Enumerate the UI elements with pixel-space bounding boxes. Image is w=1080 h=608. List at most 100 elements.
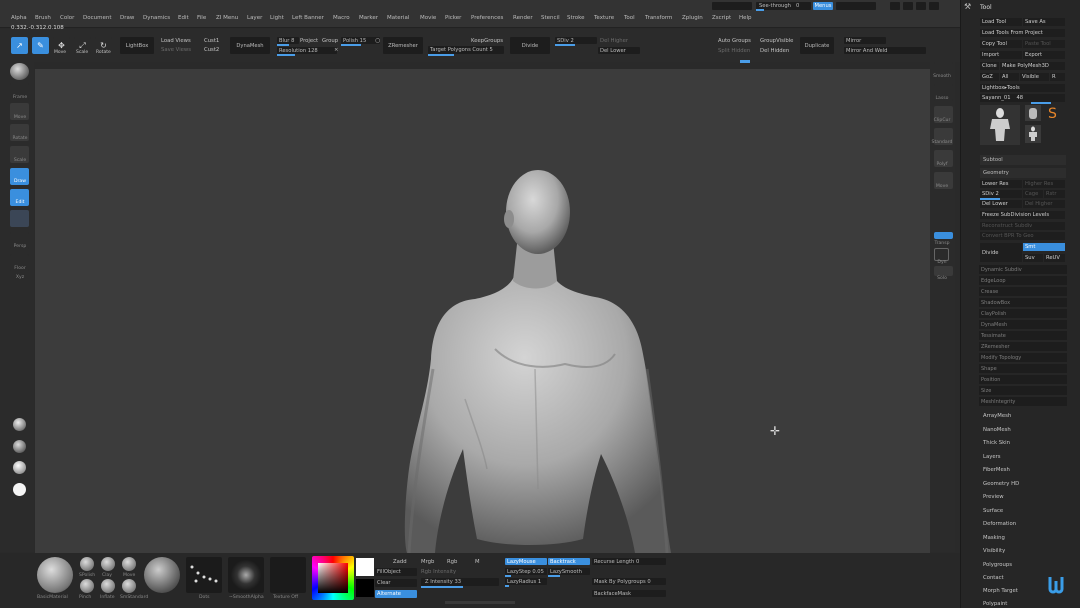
brush-inflate-thumb[interactable]: [101, 579, 115, 593]
brush-move-thumb[interactable]: [122, 557, 136, 571]
sub-shape[interactable]: Shape: [979, 364, 1067, 373]
solo-icon[interactable]: [934, 266, 953, 276]
sub-meshintegrity[interactable]: MeshIntegrity: [979, 397, 1067, 406]
save-as-button[interactable]: Save As: [1023, 18, 1065, 26]
sub-claypolish[interactable]: ClayPolish: [979, 309, 1067, 318]
current-brush-thumb[interactable]: [144, 557, 180, 593]
z-intensity-slider[interactable]: Z Intensity 33: [421, 578, 499, 586]
lightbox-button[interactable]: LightBox: [120, 37, 154, 54]
sub-crease[interactable]: Crease: [979, 287, 1067, 296]
reconstruct-subdiv-button[interactable]: Reconstruct Subdiv: [980, 222, 1065, 230]
material-dot-2[interactable]: [13, 440, 26, 453]
brush-clay-thumb[interactable]: [101, 557, 115, 571]
lazyradius-slider[interactable]: LazyRadius 1: [505, 578, 547, 585]
lazystep-slider[interactable]: LazyStep 0.05: [505, 568, 547, 575]
layout-button[interactable]: [929, 2, 939, 10]
material-dot-4[interactable]: [13, 483, 26, 496]
save-views-button[interactable]: Save Views: [161, 47, 191, 53]
import-button[interactable]: Import: [980, 51, 1022, 59]
subtool-section-header[interactable]: Subtool: [980, 155, 1066, 165]
backface-mask-button[interactable]: BackfaceMask: [592, 590, 666, 597]
export-button[interactable]: Export: [1023, 51, 1065, 59]
texture-thumb[interactable]: [270, 557, 306, 593]
menu-brush[interactable]: Brush: [35, 15, 51, 21]
bottom-scrollbar[interactable]: [445, 601, 515, 604]
menu-zi-menu[interactable]: ZI Menu: [216, 15, 238, 21]
viewport-canvas[interactable]: ✛: [35, 69, 930, 553]
sub-shadowbox[interactable]: ShadowBox: [979, 298, 1067, 307]
menu-alpha[interactable]: Alpha: [11, 15, 27, 21]
mrgb-toggle[interactable]: Mrgb: [421, 559, 434, 565]
copy-tool-button[interactable]: Copy Tool: [980, 40, 1022, 48]
menu-stroke[interactable]: Stroke: [567, 15, 585, 21]
transp-toggle[interactable]: [934, 232, 953, 239]
menu-morph-target[interactable]: Morph Target: [983, 588, 1018, 594]
brush-smstandard-thumb[interactable]: [122, 579, 136, 593]
default-zscript-button[interactable]: [836, 2, 876, 10]
close-button[interactable]: [916, 2, 926, 10]
maximize-button[interactable]: [903, 2, 913, 10]
menu-masking[interactable]: Masking: [983, 535, 1005, 541]
load-views-button[interactable]: Load Views: [161, 38, 191, 44]
geom-divide-button[interactable]: Divide: [980, 243, 1022, 262]
lower-res-button[interactable]: Lower Res: [980, 180, 1022, 188]
menu-picker[interactable]: Picker: [445, 15, 461, 21]
menu-zscript[interactable]: Zscript: [712, 15, 731, 21]
target-polygons-slider[interactable]: Target Polygons Count 5: [428, 46, 504, 54]
menu-document[interactable]: Document: [83, 15, 112, 21]
menu-material[interactable]: Material: [387, 15, 409, 21]
sub-edgeloop[interactable]: EdgeLoop: [979, 276, 1067, 285]
material-thumb[interactable]: [37, 557, 73, 593]
zremesher-button[interactable]: ZRemesher: [383, 37, 423, 54]
menu-thick-skin[interactable]: Thick Skin: [983, 440, 1010, 446]
sub-size[interactable]: Size: [979, 386, 1067, 395]
menu-visibility[interactable]: Visibility: [983, 548, 1005, 554]
menu-preferences[interactable]: Preferences: [471, 15, 503, 21]
alternate-button[interactable]: Alternate: [375, 590, 417, 598]
edit-button[interactable]: ↗: [11, 37, 28, 54]
m-toggle[interactable]: M: [475, 559, 480, 565]
stroke-thumb[interactable]: [186, 557, 222, 593]
polyf-icon[interactable]: [10, 210, 29, 227]
cust2-button[interactable]: Cust2: [204, 47, 219, 53]
lazysmooth-slider[interactable]: LazySmooth: [548, 568, 590, 575]
menu-marker[interactable]: Marker: [359, 15, 378, 21]
sub-modify-topology[interactable]: Modify Topology: [979, 353, 1067, 362]
menu-color[interactable]: Color: [60, 15, 74, 21]
split-hidden-button[interactable]: Split Hidden: [718, 48, 750, 54]
del-hidden-button[interactable]: Del Hidden: [760, 48, 789, 54]
menu-texture[interactable]: Texture: [594, 15, 614, 21]
menus-button[interactable]: Menus: [813, 2, 833, 10]
brush-pinch-thumb[interactable]: [80, 579, 94, 593]
menu-tool[interactable]: Tool: [624, 15, 635, 21]
duplicate-button[interactable]: Duplicate: [800, 37, 834, 54]
alpha-thumb[interactable]: [228, 557, 264, 593]
fill-object-button[interactable]: FillObject: [375, 568, 417, 576]
tool-palette-title[interactable]: Tool: [980, 4, 992, 11]
auto-groups-button[interactable]: Auto Groups: [718, 38, 751, 44]
tool-thumb-simplebrush[interactable]: S: [1045, 104, 1061, 122]
menu-fibermesh[interactable]: FiberMesh: [983, 467, 1010, 473]
dynamesh-button[interactable]: DynaMesh: [230, 37, 270, 54]
menu-arraymesh[interactable]: ArrayMesh: [983, 413, 1011, 419]
sub-position[interactable]: Position: [979, 375, 1067, 384]
zadd-toggle[interactable]: Zadd: [393, 559, 407, 565]
sub-tessimate[interactable]: Tessimate: [979, 331, 1067, 340]
tool-thumb-human[interactable]: [980, 105, 1020, 145]
menu-render[interactable]: Render: [513, 15, 533, 21]
menu-transform[interactable]: Transform: [645, 15, 672, 21]
reuv-button[interactable]: ReUV: [1044, 254, 1065, 262]
close-icon[interactable]: ×: [334, 47, 338, 53]
material-sphere-button[interactable]: [10, 63, 29, 80]
load-tools-from-project-button[interactable]: Load Tools From Project: [980, 29, 1065, 37]
clone-button[interactable]: Clone: [980, 62, 999, 70]
menu-dynamics[interactable]: Dynamics: [143, 15, 170, 21]
menu-geometry-hd[interactable]: Geometry HD: [983, 481, 1019, 487]
brush-spolish-thumb[interactable]: [80, 557, 94, 571]
geom-del-higher-button[interactable]: Del Higher: [1023, 200, 1065, 208]
geom-del-lower-button[interactable]: Del Lower: [980, 200, 1022, 208]
project-toggle[interactable]: Project: [300, 38, 318, 44]
cage-button[interactable]: Cage: [1023, 190, 1043, 198]
minimize-button[interactable]: [890, 2, 900, 10]
menu-preview[interactable]: Preview: [983, 494, 1004, 500]
